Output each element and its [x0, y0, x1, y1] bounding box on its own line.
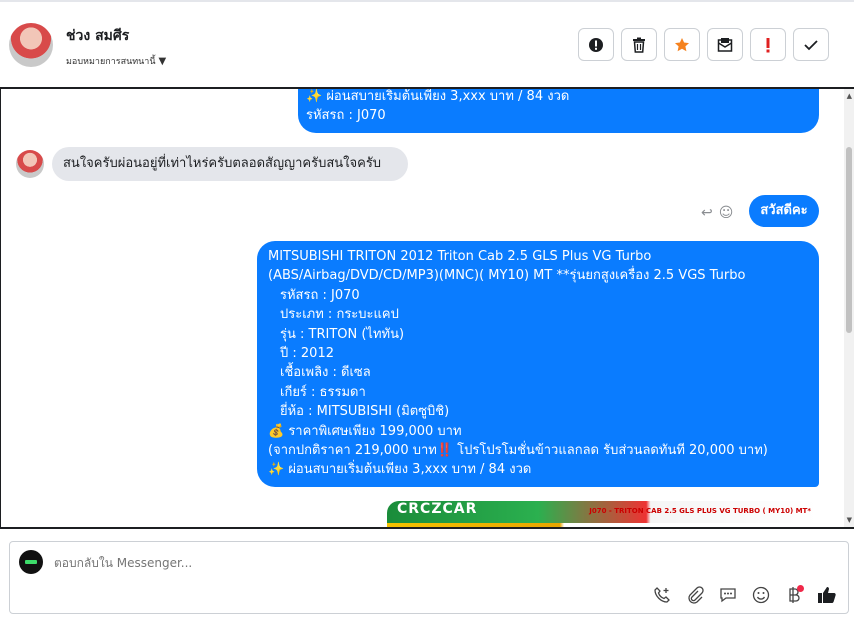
message-actions: ↩ ☺: [701, 205, 733, 221]
call-button[interactable]: [651, 584, 673, 606]
mark-unread-button[interactable]: [707, 28, 743, 61]
message-line: เชื้อเพลิง : ดีเซล: [280, 365, 371, 381]
emoji-button[interactable]: [750, 584, 772, 606]
message-line: เกียร์ : ธรรมดา: [280, 384, 366, 400]
message-line: (จากปกติราคา 219,000 บาท‼️ โปรโปรโมชั่นข…: [268, 443, 768, 459]
page-avatar: [19, 550, 43, 574]
phone-plus-icon: [654, 587, 670, 603]
assign-conversation-dropdown[interactable]: มอบหมายการสนทนานี้ ▼: [66, 54, 166, 68]
message-line: 💰 ราคาพิเศษเพียง 199,000 บาท: [268, 423, 462, 439]
message-line: ปี : 2012: [280, 346, 334, 362]
star-icon: [675, 37, 689, 51]
scroll-thumb[interactable]: [846, 147, 852, 333]
trash-icon: [633, 37, 645, 53]
message-line: ✨ ผ่อนสบายเริ่มต้นเพียง 3,xxx บาท / 84 ง…: [268, 462, 532, 478]
attach-button[interactable]: [684, 584, 706, 606]
message-line: รหัสรถ : J070: [280, 287, 360, 303]
header-actions: [578, 28, 829, 61]
payment-button[interactable]: [783, 584, 805, 606]
emoji-reaction-icon[interactable]: ☺: [719, 205, 734, 221]
follow-up-button[interactable]: [750, 28, 786, 61]
smiley-icon: [752, 586, 770, 604]
scroll-down-icon[interactable]: ▼: [847, 516, 852, 524]
outgoing-message-greeting[interactable]: สวัสดีคะ: [749, 195, 819, 227]
message-line: ประเภท : กระบะแคป: [280, 307, 399, 323]
assign-label: มอบหมายการสนทนานี้: [66, 57, 156, 67]
contact-avatar-small[interactable]: [16, 150, 44, 178]
delete-button[interactable]: [621, 28, 657, 61]
message-line: MITSUBISHI TRITON 2012 Triton Cab 2.5 GL…: [268, 249, 652, 264]
reply-input[interactable]: [54, 556, 754, 570]
like-button[interactable]: [816, 584, 838, 606]
reply-icon[interactable]: ↩: [701, 205, 713, 221]
thumbs-up-icon: [818, 587, 836, 603]
message-line: รหัสรถ : J070: [306, 108, 386, 124]
incoming-message[interactable]: สนใจครับผ่อนอยู่ที่เท่าไหร่ครับตลอดสัญญา…: [52, 147, 408, 181]
image-attachment[interactable]: CRCZCAR J070 - TRITON CAB 2.5 GLS PLUS V…: [387, 501, 819, 527]
contact-avatar[interactable]: [9, 23, 53, 67]
conversation-header: ช่วง สมศีร มอบหมายการสนทนานี้ ▼: [0, 2, 854, 86]
checkmark-icon: [804, 39, 818, 50]
image-brand-graphic: CRCZCAR: [397, 501, 478, 517]
message-line: (ABS/Airbag/DVD/CD/MP3)(MNC)( MY10) MT *…: [268, 268, 746, 284]
reply-composer: [9, 541, 849, 614]
caret-down-icon: ▼: [158, 56, 167, 67]
scrollbar[interactable]: ▲ ▼: [844, 89, 854, 527]
saved-replies-button[interactable]: [717, 584, 739, 606]
message-line: รุ่น : TRITON (ไททัน): [280, 326, 405, 342]
image-banner-band: [387, 523, 819, 527]
contact-name[interactable]: ช่วง สมศีร: [66, 25, 129, 47]
star-button[interactable]: [664, 28, 700, 61]
notification-dot: [797, 585, 804, 592]
envelope-icon: [717, 37, 733, 52]
exclamation-icon: [766, 37, 770, 52]
message-line: ✨ ผ่อนสบายเริ่มต้นเพียง 3,xxx บาท / 84 ง…: [306, 89, 570, 104]
message-line: ยี่ห้อ : MITSUBISHI (มิตซูบิชิ): [280, 404, 450, 420]
outgoing-message-car-details[interactable]: MITSUBISHI TRITON 2012 Triton Cab 2.5 GL…: [257, 241, 819, 487]
image-caption: J070 - TRITON CAB 2.5 GLS PLUS VG TURBO …: [589, 507, 811, 515]
message-thread[interactable]: ✨ ผ่อนสบายเริ่มต้นเพียง 3,xxx บาท / 84 ง…: [0, 87, 854, 529]
spam-button[interactable]: [578, 28, 614, 61]
composer-tools: [651, 584, 838, 606]
paperclip-icon: [688, 586, 704, 604]
done-button[interactable]: [793, 28, 829, 61]
alert-circle-icon: [589, 37, 603, 52]
outgoing-message-partial[interactable]: ✨ ผ่อนสบายเริ่มต้นเพียง 3,xxx บาท / 84 ง…: [298, 89, 819, 133]
scroll-up-icon[interactable]: ▲: [847, 92, 852, 100]
chat-bubble-icon: [720, 588, 736, 603]
